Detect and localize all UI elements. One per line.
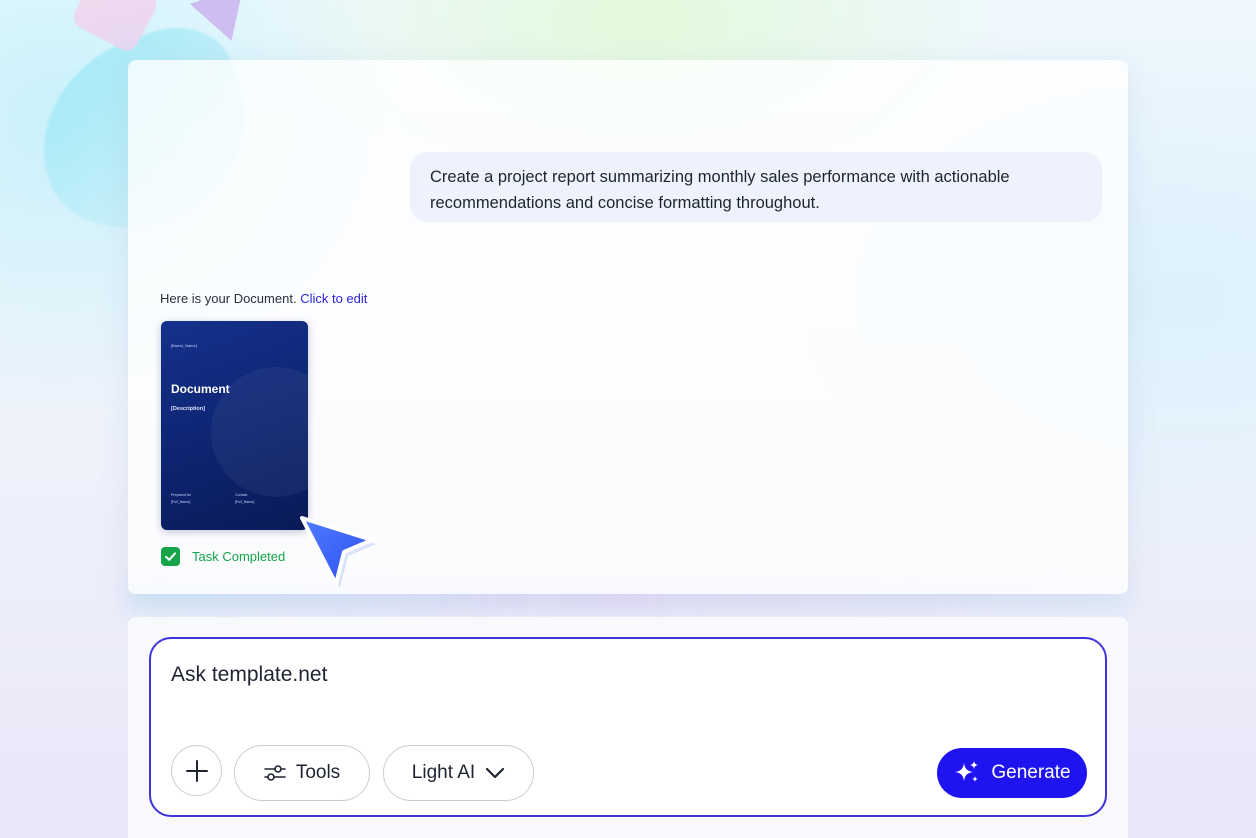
contact-label: Contact: [235, 493, 248, 497]
task-status: Task Completed: [161, 546, 285, 566]
sliders-icon: [264, 765, 286, 781]
user-message-text: Create a project report summarizing mont…: [430, 168, 1010, 212]
document-thumbnail[interactable]: [Brand_Name] Document [Description] Prep…: [161, 321, 308, 530]
generate-button[interactable]: Generate: [937, 748, 1087, 798]
sparkle-icon: [955, 761, 979, 782]
task-status-label: Task Completed: [192, 548, 286, 564]
cursor-icon: [300, 516, 376, 588]
tools-label: Tools: [295, 762, 341, 783]
response-intro: Here is your Document. Click to edit: [160, 291, 367, 306]
prepared-for-label: Prepared for: [171, 493, 191, 497]
composer-box: Tools Light AI Generate: [149, 637, 1107, 817]
generate-label: Generate: [991, 762, 1071, 783]
click-to-edit-link[interactable]: Click to edit: [300, 291, 367, 306]
tools-button[interactable]: Tools: [234, 745, 370, 801]
chat-panel: Create a project report summarizing mont…: [128, 60, 1128, 594]
document-brand-name: [Brand_Name]: [171, 343, 197, 348]
model-select[interactable]: Light AI: [383, 745, 534, 801]
document-prepared-for: Prepared for [Full_Name]: [171, 492, 191, 506]
model-label: Light AI: [411, 762, 476, 783]
document-description: [Description]: [171, 406, 205, 412]
contact-value: [Full_Name]: [235, 500, 255, 504]
plus-icon: [185, 759, 208, 782]
document-title: Document: [171, 382, 230, 396]
chevron-down-icon: [486, 767, 505, 779]
user-message-bubble: Create a project report summarizing mont…: [410, 152, 1102, 222]
composer-panel: Tools Light AI Generate: [128, 617, 1128, 838]
document-contact: Contact [Full_Name]: [235, 492, 254, 506]
prompt-input[interactable]: [171, 663, 1071, 687]
check-icon: [161, 546, 180, 566]
response-intro-text: Here is your Document.: [160, 291, 297, 306]
add-button[interactable]: [171, 745, 222, 796]
prepared-for-value: [Full_Name]: [171, 500, 191, 504]
